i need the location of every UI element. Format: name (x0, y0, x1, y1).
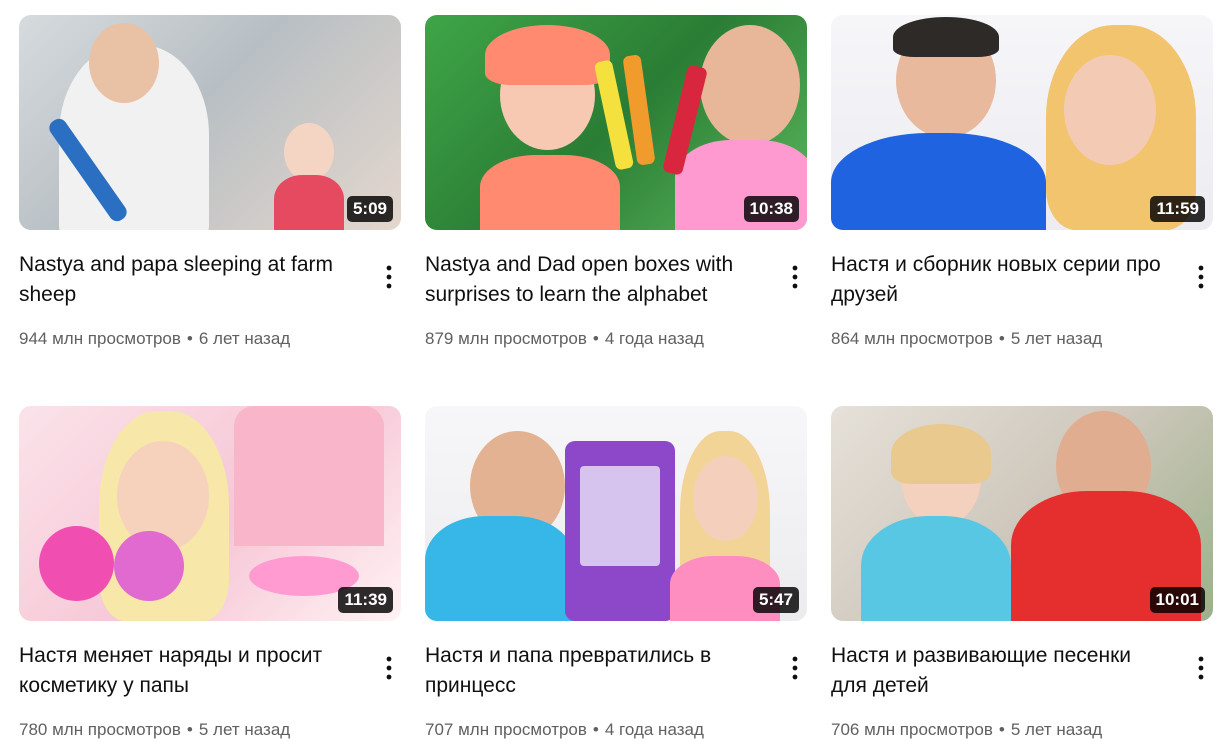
video-title[interactable]: Nastya and Dad open boxes with surprises… (425, 250, 755, 310)
view-count: 944 млн просмотров (19, 329, 181, 348)
video-duration: 11:59 (1150, 196, 1205, 222)
more-vert-icon[interactable] (1189, 262, 1213, 292)
thumbnail-figure (1064, 55, 1156, 165)
video-metadata: 944 млн просмотров • 6 лет назад (19, 328, 290, 350)
video-duration: 11:39 (338, 587, 393, 613)
meta-separator: • (592, 329, 599, 348)
thumbnail-figure (274, 175, 344, 230)
more-vert-icon[interactable] (783, 262, 807, 292)
upload-age: 5 лет назад (1010, 720, 1103, 739)
video-duration: 5:47 (752, 587, 799, 613)
thumbnail-figure (693, 456, 758, 541)
video-card: 10:01 Настя и развивающие песенки для де… (831, 406, 1213, 746)
view-count: 707 млн просмотров (425, 720, 587, 739)
video-card: 5:09 Nastya and papa sleeping at farm sh… (19, 15, 401, 355)
upload-age: 4 года назад (604, 329, 704, 348)
video-metadata: 864 млн просмотров • 5 лет назад (831, 328, 1102, 350)
thumbnail-figure (39, 526, 114, 601)
more-vert-icon[interactable] (1189, 653, 1213, 683)
thumbnail-figure (861, 516, 1011, 621)
meta-separator: • (186, 329, 193, 348)
video-title[interactable]: Настя и сборник новых серии про друзей (831, 250, 1161, 310)
video-thumbnail[interactable]: 5:09 (19, 15, 401, 230)
view-count: 780 млн просмотров (19, 720, 181, 739)
video-card: 11:39 Настя меняет наряды и просит косме… (19, 406, 401, 746)
video-duration: 10:38 (743, 196, 799, 222)
video-duration: 5:09 (346, 196, 393, 222)
thumbnail-figure (234, 406, 384, 546)
thumbnail-figure (831, 133, 1046, 230)
view-count: 879 млн просмотров (425, 329, 587, 348)
thumbnail-figure (284, 123, 334, 181)
video-title[interactable]: Nastya and papa sleeping at farm sheep (19, 250, 349, 310)
video-thumbnail[interactable]: 11:59 (831, 15, 1213, 230)
view-count: 864 млн просмотров (831, 329, 993, 348)
thumbnail-figure (580, 466, 660, 566)
video-metadata: 780 млн просмотров • 5 лет назад (19, 719, 290, 741)
video-thumbnail[interactable]: 5:47 (425, 406, 807, 621)
video-card: 10:38 Nastya and Dad open boxes with sur… (425, 15, 807, 355)
more-vert-icon[interactable] (783, 653, 807, 683)
thumbnail-figure (893, 17, 999, 57)
thumbnail-figure (480, 155, 620, 230)
more-vert-icon[interactable] (377, 653, 401, 683)
upload-age: 6 лет назад (198, 329, 291, 348)
thumbnail-figure (114, 531, 184, 601)
view-count: 706 млн просмотров (831, 720, 993, 739)
more-vert-icon[interactable] (377, 262, 401, 292)
video-card: 5:47 Настя и папа превратились в принцес… (425, 406, 807, 746)
thumbnail-figure (425, 516, 575, 621)
video-title[interactable]: Настя и развивающие песенки для детей (831, 641, 1161, 701)
meta-separator: • (998, 720, 1005, 739)
meta-separator: • (186, 720, 193, 739)
video-metadata: 706 млн просмотров • 5 лет назад (831, 719, 1102, 741)
video-card: 11:59 Настя и сборник новых серии про др… (831, 15, 1213, 355)
video-metadata: 879 млн просмотров • 4 года назад (425, 328, 704, 350)
thumbnail-figure (89, 23, 159, 103)
video-thumbnail[interactable]: 10:01 (831, 406, 1213, 621)
meta-separator: • (998, 329, 1005, 348)
thumbnail-figure (485, 25, 610, 85)
upload-age: 5 лет назад (1010, 329, 1103, 348)
video-duration: 10:01 (1149, 587, 1205, 613)
video-title[interactable]: Настя и папа превратились в принцесс (425, 641, 755, 701)
thumbnail-figure (891, 424, 991, 484)
video-title[interactable]: Настя меняет наряды и просит косметику у… (19, 641, 349, 701)
video-grid: 5:09 Nastya and papa sleeping at farm sh… (0, 0, 1224, 756)
video-metadata: 707 млн просмотров • 4 года назад (425, 719, 704, 741)
meta-separator: • (592, 720, 599, 739)
video-thumbnail[interactable]: 10:38 (425, 15, 807, 230)
upload-age: 5 лет назад (198, 720, 291, 739)
video-thumbnail[interactable]: 11:39 (19, 406, 401, 621)
upload-age: 4 года назад (604, 720, 704, 739)
thumbnail-figure (700, 25, 800, 145)
